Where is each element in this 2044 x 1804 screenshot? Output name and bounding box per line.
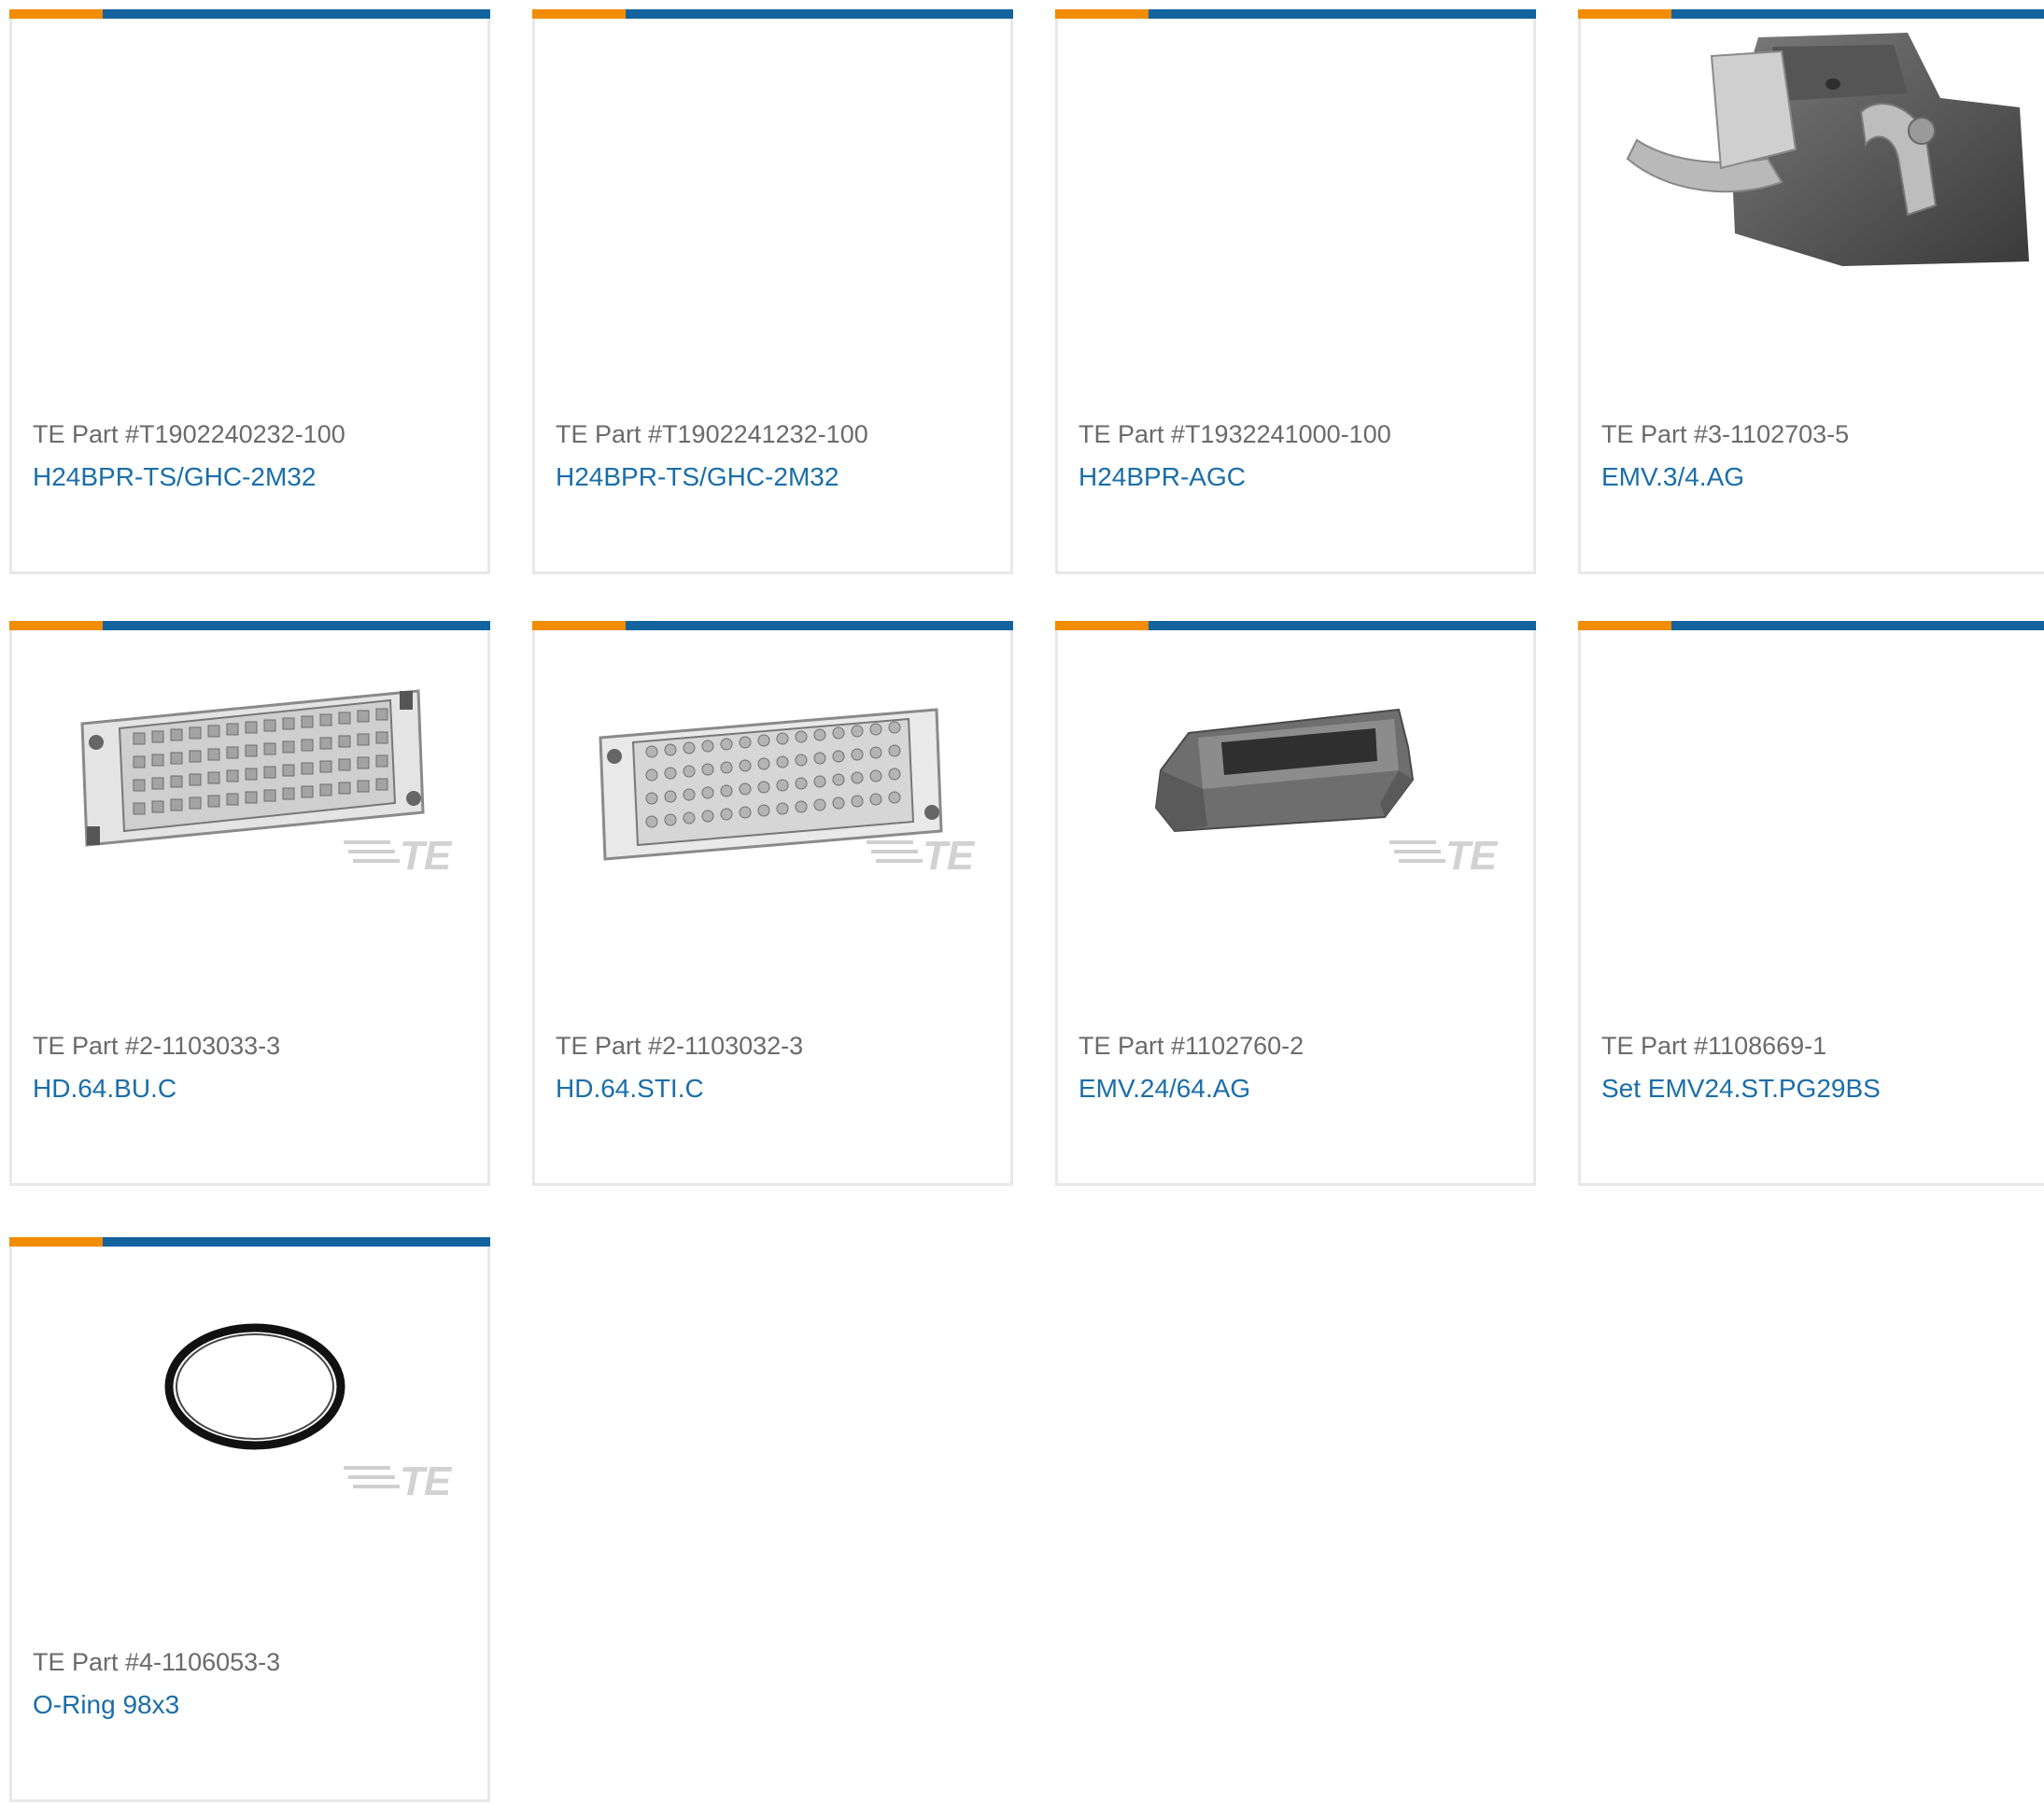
product-card[interactable]: TE TE Part #2-1103033-3 HD.64.BU.C xyxy=(9,621,490,1186)
connector-insert-icon xyxy=(599,708,943,861)
card-accent-bar xyxy=(1578,621,2044,630)
product-image[interactable]: TE xyxy=(12,1247,487,1639)
product-card[interactable]: TE Part #T1932241000-100 H24BPR-AGC xyxy=(1055,9,1536,574)
product-image-placeholder xyxy=(1581,630,2044,1022)
card-accent-bar xyxy=(9,621,490,630)
connector-insert-icon xyxy=(80,689,425,847)
part-number: TE Part #4-1106053-3 xyxy=(33,1648,281,1676)
product-image[interactable]: TE xyxy=(1058,630,1533,1022)
card-accent-bar xyxy=(1578,9,2044,19)
product-image[interactable]: TE xyxy=(12,630,487,1022)
card-accent-bar xyxy=(9,9,490,19)
housing-frame-icon xyxy=(1154,708,1415,833)
product-card[interactable]: TE TE Part #1102760-2 EMV.24/64.AG xyxy=(1055,621,1536,1186)
product-image-placeholder xyxy=(535,19,1010,411)
product-name-link[interactable]: HD.64.BU.C xyxy=(33,1074,176,1104)
product-card[interactable]: TE TE Part #2-1103032-3 HD.64.STI.C xyxy=(532,621,1013,1186)
product-name-link[interactable]: H24BPR-TS/GHC-2M32 xyxy=(33,462,316,492)
product-name-link[interactable]: H24BPR-AGC xyxy=(1078,462,1246,492)
card-accent-bar xyxy=(532,9,1013,19)
product-name-link[interactable]: Set EMV24.ST.PG29BS xyxy=(1601,1074,1881,1104)
card-accent-bar xyxy=(532,621,1013,630)
hood-housing-icon xyxy=(1626,33,2029,266)
card-accent-bar xyxy=(1055,9,1536,19)
product-name-link[interactable]: HD.64.STI.C xyxy=(556,1074,704,1104)
part-number: TE Part #1108669-1 xyxy=(1601,1032,1827,1060)
o-ring-icon xyxy=(164,1323,345,1450)
product-card[interactable]: TE Part #3-1102703-5 EMV.3/4.AG xyxy=(1578,9,2044,574)
product-image[interactable] xyxy=(1581,19,2044,411)
card-accent-bar xyxy=(1055,621,1536,630)
product-name-link[interactable]: EMV.3/4.AG xyxy=(1601,462,1744,492)
product-image[interactable]: TE xyxy=(535,630,1010,1022)
part-number: TE Part #T1902240232-100 xyxy=(33,420,345,448)
product-card[interactable]: TE Part #T1902240232-100 H24BPR-TS/GHC-2… xyxy=(9,9,490,574)
product-name-link[interactable]: O-Ring 98x3 xyxy=(33,1690,179,1720)
product-card[interactable]: TE Part #1108669-1 Set EMV24.ST.PG29BS xyxy=(1578,621,2044,1186)
part-number: TE Part #2-1103032-3 xyxy=(556,1032,804,1060)
part-number: TE Part #1102760-2 xyxy=(1078,1032,1304,1060)
part-number: TE Part #2-1103033-3 xyxy=(33,1032,281,1060)
product-name-link[interactable]: H24BPR-TS/GHC-2M32 xyxy=(556,462,839,492)
product-name-link[interactable]: EMV.24/64.AG xyxy=(1078,1074,1250,1104)
part-number: TE Part #T1902241232-100 xyxy=(556,420,868,448)
part-number: TE Part #T1932241000-100 xyxy=(1078,420,1391,448)
product-card[interactable]: TE TE Part #4-1106053-3 O-Ring 98x3 xyxy=(9,1237,490,1802)
product-image-placeholder xyxy=(12,19,487,411)
product-card[interactable]: TE Part #T1902241232-100 H24BPR-TS/GHC-2… xyxy=(532,9,1013,574)
card-accent-bar xyxy=(9,1237,490,1247)
product-image-placeholder xyxy=(1058,19,1533,411)
part-number: TE Part #3-1102703-5 xyxy=(1601,420,1850,448)
